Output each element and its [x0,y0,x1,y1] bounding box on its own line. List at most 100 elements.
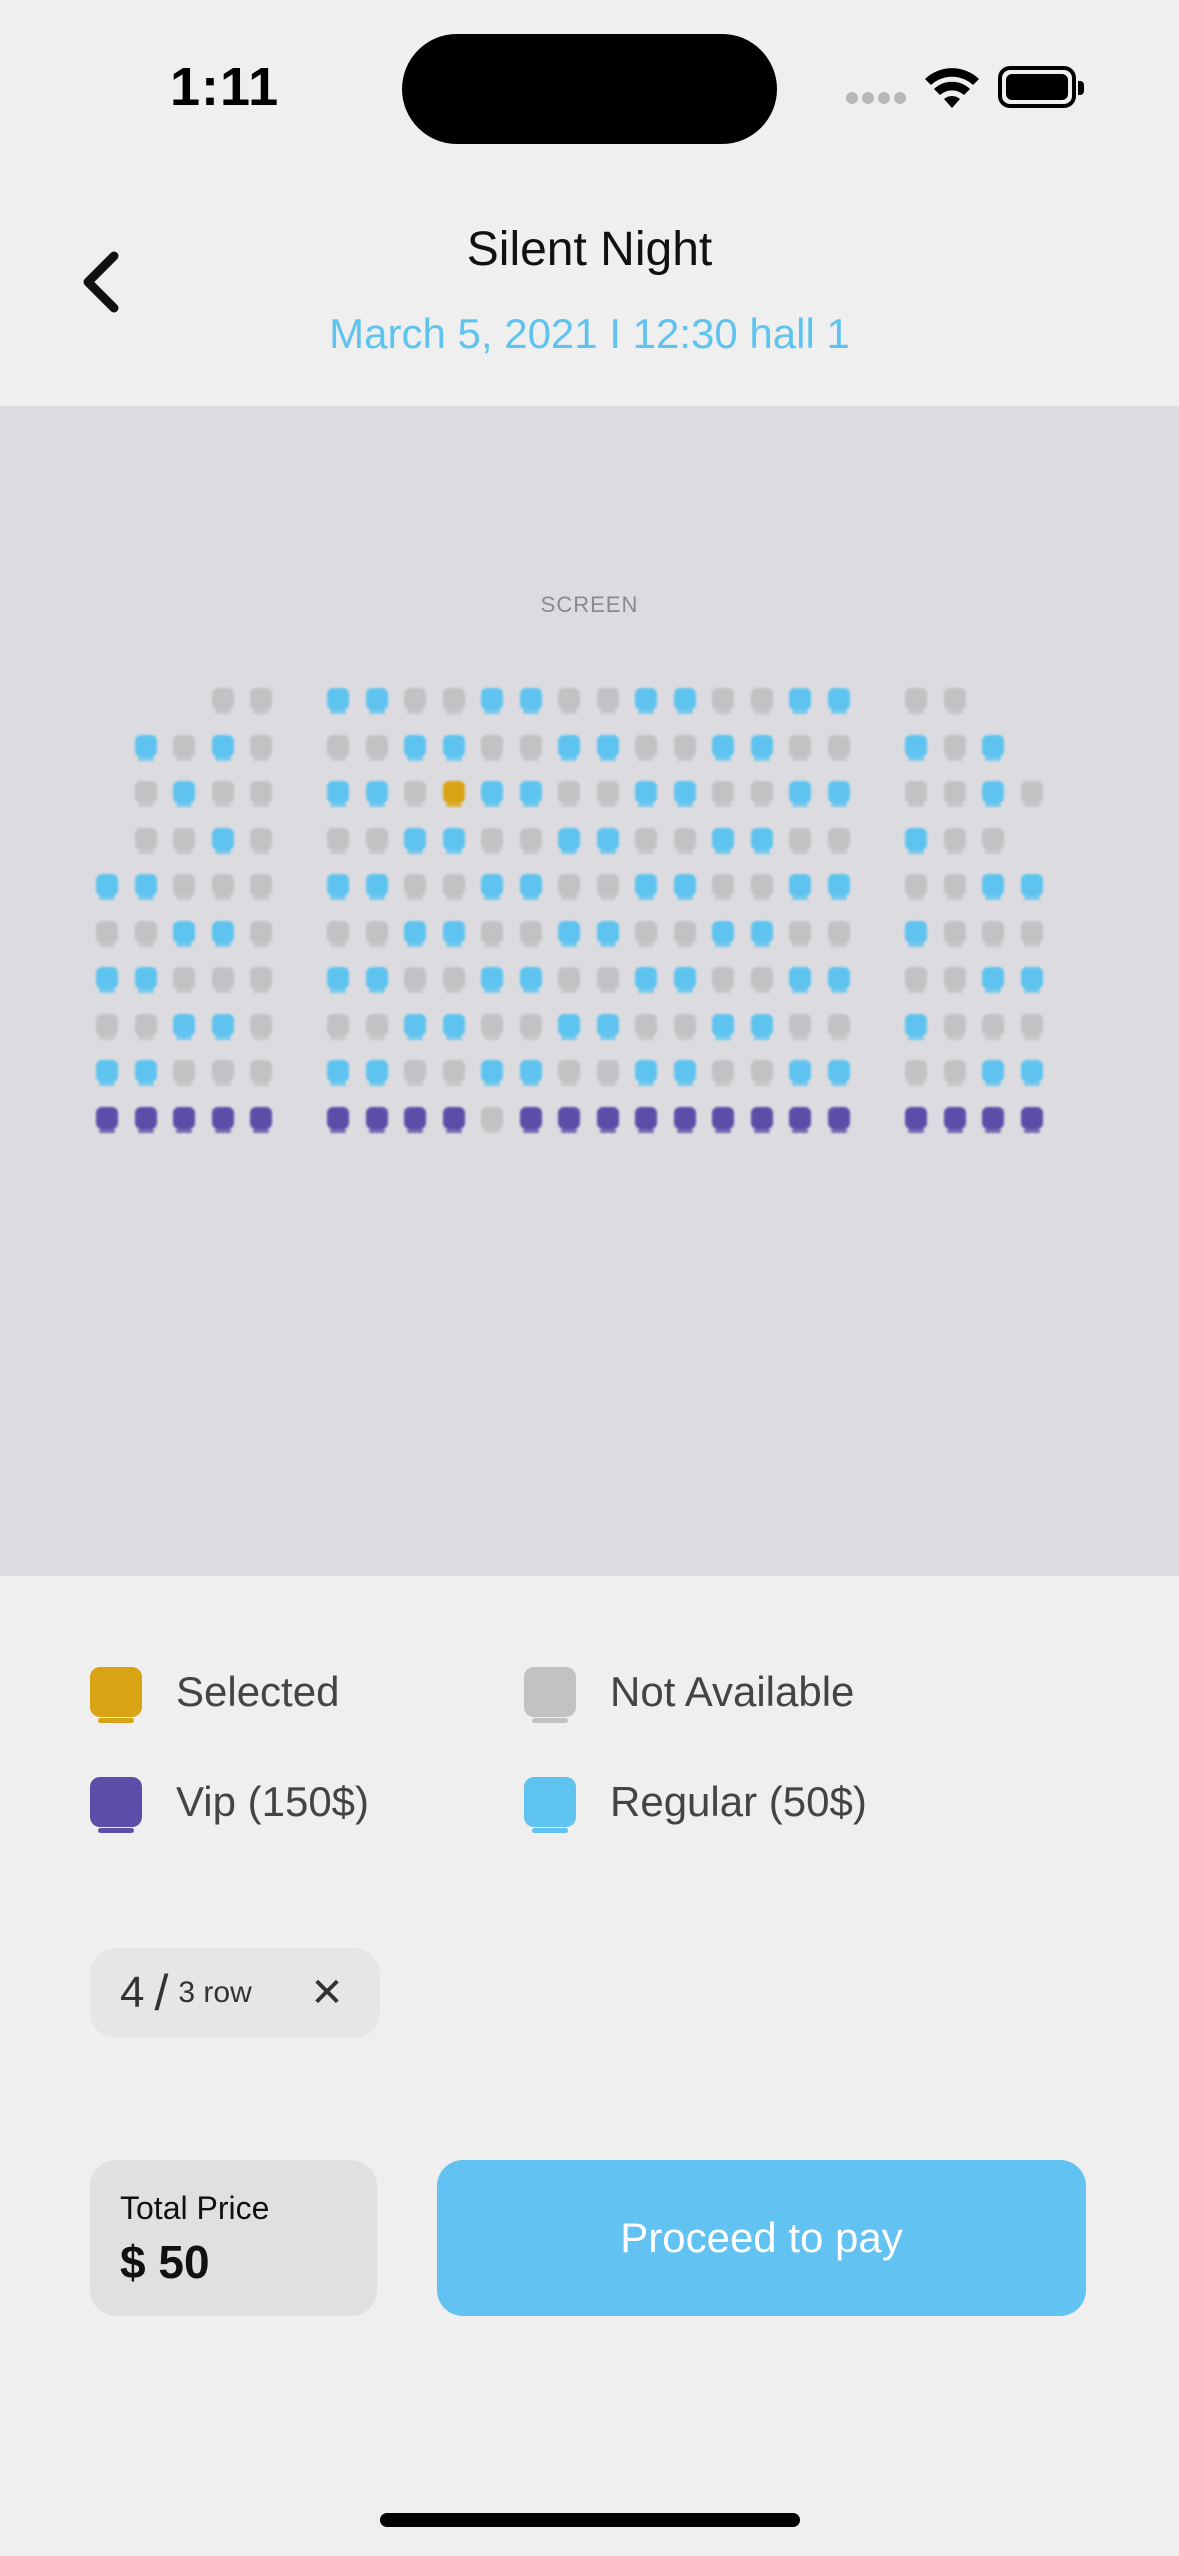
seat-regular[interactable] [789,781,811,807]
seat-regular[interactable] [327,874,349,900]
seat-regular[interactable] [905,734,927,761]
seat-regular[interactable] [481,781,503,807]
seat-vip[interactable] [250,1106,272,1133]
seat-regular[interactable] [673,1060,696,1086]
seat-vip[interactable] [750,1106,773,1133]
seat-regular[interactable] [442,734,465,761]
seat-regular[interactable] [365,688,388,714]
seat-regular[interactable] [173,781,195,807]
seat-regular[interactable] [211,827,234,854]
seat-regular[interactable] [519,1060,542,1086]
seat-regular[interactable] [404,920,426,947]
seat-vip[interactable] [596,1106,619,1133]
seat-regular[interactable] [982,1060,1004,1086]
seat-regular[interactable] [827,1060,850,1086]
seat-regular[interactable] [404,734,426,761]
proceed-to-pay-button[interactable]: Proceed to pay [437,2160,1086,2316]
seat-regular[interactable] [905,827,927,854]
seat-regular[interactable] [712,920,734,947]
seat-regular[interactable] [673,781,696,807]
seat-vip[interactable] [404,1106,426,1133]
seat-vip[interactable] [96,1106,118,1133]
seat-regular[interactable] [442,1013,465,1040]
seat-regular[interactable] [712,1013,734,1040]
seat-regular[interactable] [789,967,811,993]
seat-regular[interactable] [96,874,118,900]
seat-vip[interactable] [712,1106,734,1133]
seat-vip[interactable] [134,1106,157,1133]
seat-regular[interactable] [211,920,234,947]
seat-regular[interactable] [789,688,811,714]
seat-regular[interactable] [596,734,619,761]
seat-vip[interactable] [173,1106,195,1133]
seat-regular[interactable] [750,734,773,761]
seat-regular[interactable] [635,1060,657,1086]
seat-regular[interactable] [365,1060,388,1086]
seat-regular[interactable] [982,734,1004,761]
seat-regular[interactable] [365,781,388,807]
seat-regular[interactable] [211,1013,234,1040]
seat-regular[interactable] [173,1013,195,1040]
seat-regular[interactable] [827,874,850,900]
seat-vip[interactable] [327,1106,349,1133]
seat-regular[interactable] [519,688,542,714]
seat-vip[interactable] [943,1106,966,1133]
seat-regular[interactable] [96,967,118,993]
seat-vip[interactable] [905,1106,927,1133]
seat-regular[interactable] [481,967,503,993]
seat-regular[interactable] [173,920,195,947]
seat-selected[interactable] [442,781,465,807]
seat-regular[interactable] [596,920,619,947]
seat-regular[interactable] [827,967,850,993]
seat-vip[interactable] [442,1106,465,1133]
seat-regular[interactable] [1020,967,1043,993]
seat-regular[interactable] [327,1060,349,1086]
seat-regular[interactable] [481,1060,503,1086]
seat-regular[interactable] [635,967,657,993]
seat-regular[interactable] [982,967,1004,993]
seat-vip[interactable] [827,1106,850,1133]
seat-regular[interactable] [712,827,734,854]
seat-vip[interactable] [365,1106,388,1133]
seat-regular[interactable] [134,874,157,900]
seat-regular[interactable] [635,874,657,900]
seat-regular[interactable] [712,734,734,761]
seat-regular[interactable] [673,967,696,993]
seat-vip[interactable] [211,1106,234,1133]
seat-regular[interactable] [905,920,927,947]
seat-regular[interactable] [327,781,349,807]
seat-regular[interactable] [1020,874,1043,900]
seat-regular[interactable] [519,781,542,807]
seat-regular[interactable] [96,1060,118,1086]
seat-vip[interactable] [519,1106,542,1133]
close-icon[interactable]: ✕ [304,1970,350,2016]
seat-regular[interactable] [827,781,850,807]
seat-regular[interactable] [750,827,773,854]
seat-regular[interactable] [750,920,773,947]
seat-regular[interactable] [827,688,850,714]
seat-regular[interactable] [1020,1060,1043,1086]
seat-regular[interactable] [404,1013,426,1040]
seat-regular[interactable] [442,827,465,854]
seat-regular[interactable] [673,688,696,714]
seat-regular[interactable] [558,827,580,854]
seat-regular[interactable] [404,827,426,854]
seat-regular[interactable] [982,781,1004,807]
seat-regular[interactable] [789,874,811,900]
seat-regular[interactable] [134,967,157,993]
seat-regular[interactable] [365,967,388,993]
seat-regular[interactable] [134,734,157,761]
seat-regular[interactable] [789,1060,811,1086]
seat-regular[interactable] [982,874,1004,900]
seat-regular[interactable] [596,1013,619,1040]
seat-regular[interactable] [558,920,580,947]
seat-vip[interactable] [789,1106,811,1133]
seat-regular[interactable] [558,1013,580,1040]
seat-regular[interactable] [442,920,465,947]
seat-regular[interactable] [635,781,657,807]
seat-regular[interactable] [519,967,542,993]
seat-regular[interactable] [750,1013,773,1040]
seat-vip[interactable] [1020,1106,1043,1133]
seat-regular[interactable] [365,874,388,900]
seat-regular[interactable] [134,1060,157,1086]
